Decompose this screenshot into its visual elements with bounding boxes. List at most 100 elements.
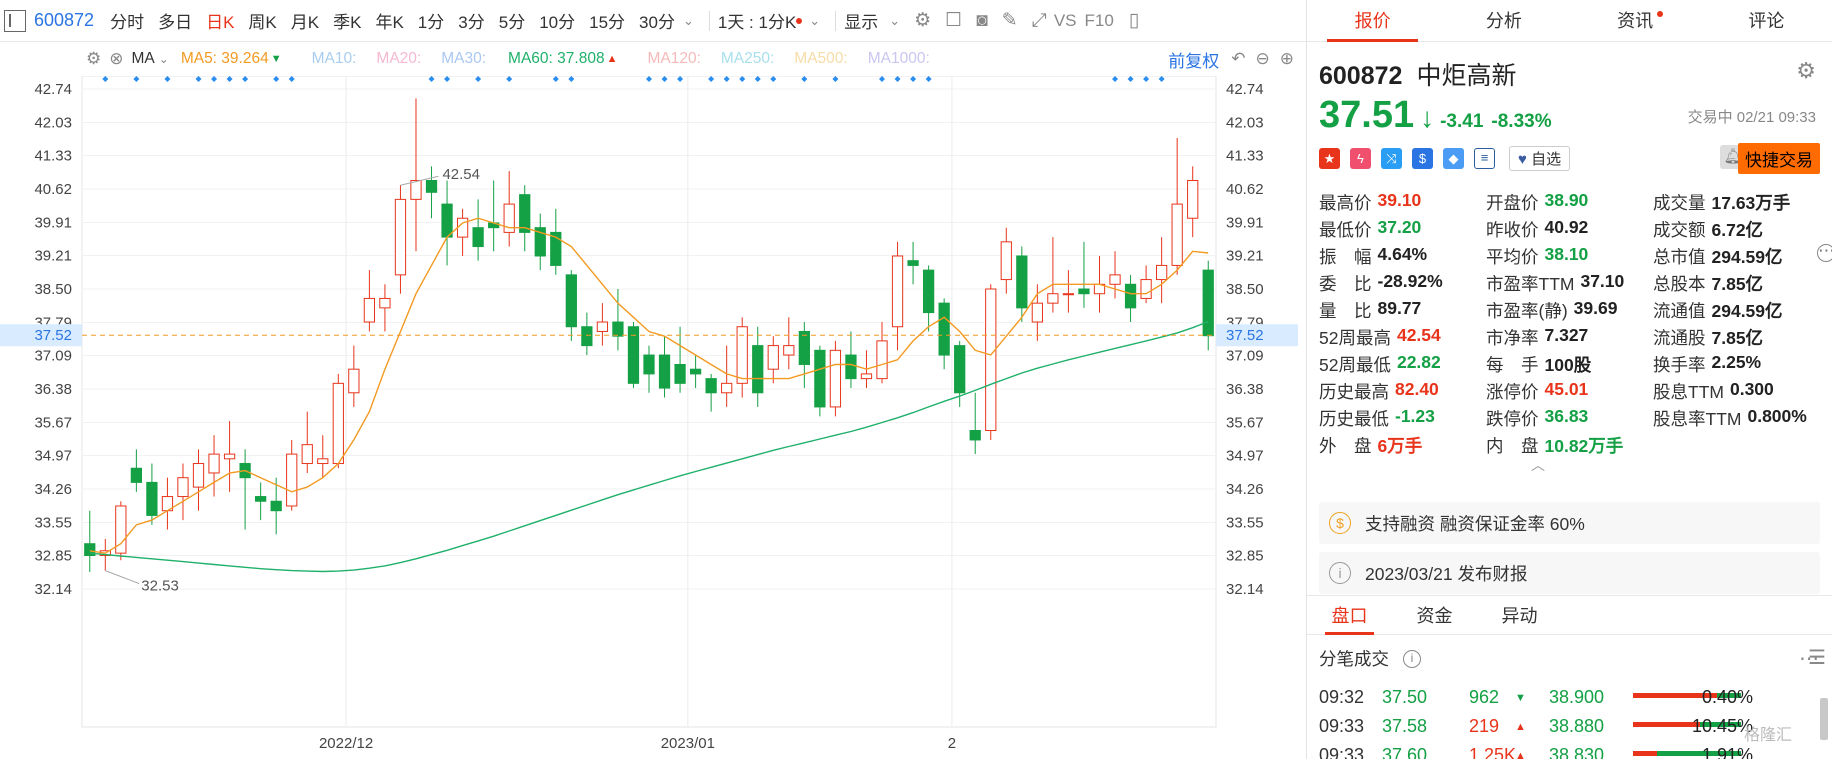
candle-body[interactable] xyxy=(845,354,857,380)
candle-body[interactable] xyxy=(332,382,344,465)
margin-info[interactable]: $ 支持融资 融资保证金率 60% xyxy=(1319,502,1820,544)
pen-icon[interactable]: ✎ xyxy=(1002,9,1018,32)
period-tab-7[interactable]: 1分 xyxy=(418,8,444,33)
settings-icon[interactable]: ⚙ xyxy=(914,9,931,32)
candle-body[interactable] xyxy=(1078,288,1090,295)
candle-body[interactable] xyxy=(208,453,220,474)
minute-kline-dropdown[interactable]: 1天 : 1分K xyxy=(718,8,796,33)
candle-body[interactable] xyxy=(876,340,888,380)
close-icon[interactable]: ⊗ xyxy=(109,49,123,69)
period-tab-4[interactable]: 月K xyxy=(291,8,319,33)
candle-body[interactable] xyxy=(612,321,624,337)
candle-body[interactable] xyxy=(1109,274,1121,285)
candle-body[interactable] xyxy=(658,354,671,389)
sidebar-toggle-icon[interactable] xyxy=(4,9,26,32)
candle-body[interactable] xyxy=(1171,203,1183,266)
candle-body[interactable] xyxy=(767,345,779,370)
candle-body[interactable] xyxy=(907,260,919,266)
undo-icon[interactable]: ↶ xyxy=(1231,49,1245,69)
ma-label[interactable]: MA xyxy=(132,50,155,68)
candle-body[interactable] xyxy=(891,255,904,328)
candle-body[interactable] xyxy=(1047,293,1059,304)
tab-comments[interactable]: 评论 xyxy=(1701,0,1832,41)
candle-body[interactable] xyxy=(394,198,407,276)
candle-body[interactable] xyxy=(410,180,422,200)
draw-box-icon[interactable]: ☐ xyxy=(945,9,962,32)
candle-body[interactable] xyxy=(286,453,298,507)
candle-body[interactable] xyxy=(177,477,189,498)
candle-body[interactable] xyxy=(985,288,997,432)
list-icon[interactable]: ☰ xyxy=(1808,645,1826,670)
chevron-down-icon[interactable]: ⌄ xyxy=(889,13,900,29)
candle-body[interactable] xyxy=(752,345,764,394)
scrollbar[interactable] xyxy=(1820,698,1828,740)
candle-body[interactable] xyxy=(130,467,142,483)
candle-body[interactable] xyxy=(938,302,950,356)
tick-row[interactable]: 09:32 37.50 962 ▼ 38.900 0.40% xyxy=(1307,683,1832,712)
display-dropdown[interactable]: 显示 xyxy=(844,8,878,33)
tab-quote[interactable]: 报价 xyxy=(1307,0,1438,42)
candle-body[interactable] xyxy=(192,463,205,488)
tab-analysis[interactable]: 分析 xyxy=(1438,0,1569,41)
candle-body[interactable] xyxy=(348,368,360,394)
gear-icon[interactable]: ⚙ xyxy=(1796,58,1816,84)
tag-icon[interactable]: ◆ xyxy=(1443,148,1464,169)
candle-body[interactable] xyxy=(860,373,873,380)
candle-body[interactable] xyxy=(814,349,826,408)
period-tab-10[interactable]: 10分 xyxy=(539,8,575,33)
candle-body[interactable] xyxy=(689,368,702,375)
document-icon[interactable]: ≡ xyxy=(1474,148,1495,169)
tab-funds[interactable]: 资金 xyxy=(1392,596,1477,634)
candle-body[interactable] xyxy=(1000,241,1012,281)
candle-body[interactable] xyxy=(456,217,469,238)
stock-code[interactable]: 600872 xyxy=(34,10,94,31)
period-tab-11[interactable]: 15分 xyxy=(589,8,625,33)
zoom-in-icon[interactable]: ⊕ xyxy=(1280,49,1294,69)
candle-body[interactable] xyxy=(643,354,655,375)
zoom-out-icon[interactable]: ⊖ xyxy=(1256,49,1270,69)
period-tab-8[interactable]: 3分 xyxy=(458,8,484,33)
dollar-icon[interactable]: $ xyxy=(1412,148,1433,169)
candle-body[interactable] xyxy=(1202,269,1214,337)
tab-news[interactable]: 资讯 xyxy=(1570,0,1701,41)
candle-body[interactable] xyxy=(1016,255,1028,309)
chevron-down-icon[interactable]: ⌄ xyxy=(159,52,169,66)
candle-body[interactable] xyxy=(1124,283,1137,309)
candle-body[interactable] xyxy=(379,297,391,309)
camera-icon[interactable]: ◙ xyxy=(976,10,987,32)
candle-body[interactable] xyxy=(472,227,484,248)
f10-button[interactable]: F10 xyxy=(1085,11,1114,31)
lightning-icon[interactable]: ϟ xyxy=(1350,148,1371,169)
candle-body[interactable] xyxy=(783,345,795,356)
candle-body[interactable] xyxy=(969,430,981,441)
candle-body[interactable] xyxy=(1156,264,1168,281)
china-flag-icon[interactable]: ★ xyxy=(1319,148,1340,169)
period-tab-12[interactable]: 30分 xyxy=(639,8,675,33)
panel-toggle-icon[interactable]: ▯ xyxy=(1129,9,1139,32)
period-tab-2[interactable]: 日K xyxy=(206,8,234,33)
chevron-down-icon[interactable]: ⌄ xyxy=(683,13,694,29)
adjust-mode-button[interactable]: 前复权 xyxy=(1168,47,1219,72)
kline-chart[interactable]: 42.74 42.74 42.03 42.03 41.33 41.33 40.62 40.62… xyxy=(0,76,1306,759)
candle-body[interactable] xyxy=(674,363,686,384)
candle-body[interactable] xyxy=(581,326,593,347)
add-watchlist-button[interactable]: ♥ 自选 xyxy=(1509,146,1571,171)
info-icon[interactable]: i xyxy=(1403,649,1421,668)
chevron-up-icon[interactable]: ︿ xyxy=(1531,455,1545,475)
candle-body[interactable] xyxy=(1187,180,1199,219)
candle-body[interactable] xyxy=(721,382,733,394)
fullscreen-icon[interactable]: ⤢ xyxy=(1032,10,1047,32)
candle-body[interactable] xyxy=(425,180,438,193)
candle-body[interactable] xyxy=(565,274,577,328)
candle-body[interactable] xyxy=(1031,302,1043,323)
period-tab-6[interactable]: 年K xyxy=(375,8,403,33)
period-tab-5[interactable]: 季K xyxy=(333,8,361,33)
candle-body[interactable] xyxy=(1140,279,1152,299)
candle-body[interactable] xyxy=(317,458,329,465)
candle-body[interactable] xyxy=(798,330,810,365)
candle-body[interactable] xyxy=(1062,293,1075,296)
candle-body[interactable] xyxy=(596,321,609,332)
settings-icon[interactable]: ⚙ xyxy=(86,49,101,69)
candle-body[interactable] xyxy=(255,496,267,502)
candle-body[interactable] xyxy=(223,453,236,460)
